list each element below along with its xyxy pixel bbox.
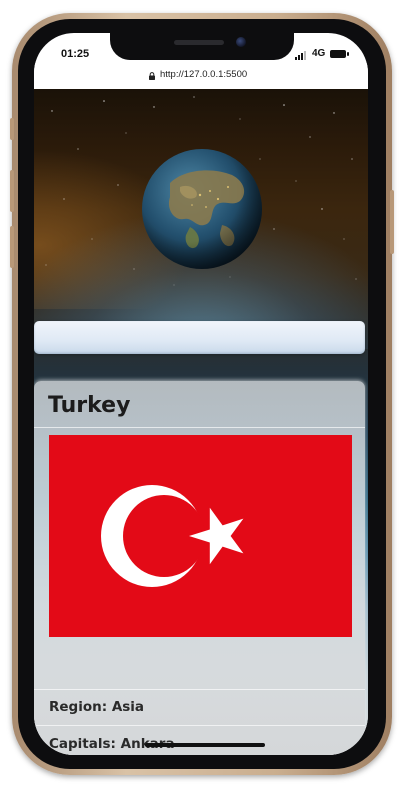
country-flag [49, 435, 352, 637]
volume-up-button [10, 170, 14, 212]
country-search-input[interactable] [34, 321, 365, 354]
status-time: 01:25 [61, 48, 90, 60]
network-type: 4G [312, 48, 326, 59]
mute-switch [10, 118, 14, 140]
power-button [390, 190, 394, 254]
phone-notch [110, 33, 294, 60]
country-card: Turkey Region: Asia Capitals: Ankara [34, 381, 365, 755]
divider [34, 427, 365, 428]
front-camera [236, 37, 246, 47]
battery-icon [330, 50, 349, 58]
divider [34, 725, 365, 726]
speaker-grille [174, 40, 224, 45]
region-info: Region: Asia [49, 699, 145, 715]
country-name: Turkey [48, 393, 131, 418]
page-content: Turkey Region: Asia Capitals: Ankara [34, 89, 368, 755]
signal-icon [295, 50, 309, 60]
home-indicator[interactable] [145, 743, 265, 747]
globe-icon [142, 149, 262, 269]
lock-icon [149, 72, 155, 80]
divider [34, 689, 365, 690]
volume-down-button [10, 226, 14, 268]
phone-screen: 01:25 4G http://127.0.0.1:5500 Turkey Re… [34, 33, 368, 755]
